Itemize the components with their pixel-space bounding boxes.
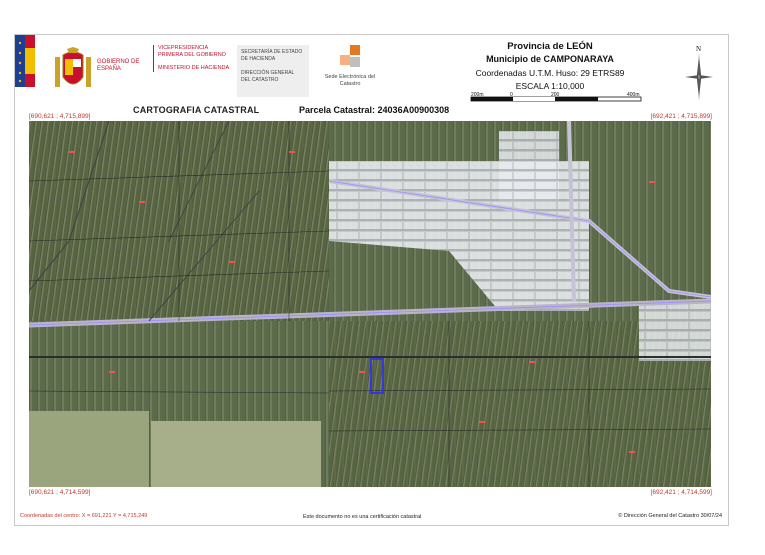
scale-tick-zero: 0 — [510, 92, 513, 98]
corner-coord-top-right: [692,421 ; 4,715,899] — [650, 113, 712, 120]
vicepresidencia-label: VICEPRESIDENCIA PRIMERA DEL GOBIERNO — [158, 45, 226, 58]
scale-bar: 200m 0 200 400m — [470, 92, 642, 102]
corner-coord-bottom-left: [690,621 ; 4,714,599] — [29, 489, 91, 496]
orthophoto-map[interactable] — [29, 121, 711, 487]
corner-coord-bottom-right: [692,421 ; 4,714,599] — [650, 489, 712, 496]
direccion-general-label: DIRECCIÓN GENERAL DEL CATASTRO — [241, 70, 295, 83]
scale-tick-400m: 400m — [627, 92, 640, 98]
non-certification-notice: Este documento no es una certificación c… — [303, 514, 422, 520]
cartografia-title: CARTOGRAFIA CATASTRAL — [133, 105, 260, 115]
sheet-header: GOBIERNO DE ESPAÑA VICEPRESIDENCIA PRIME… — [15, 35, 728, 102]
secretaria-label: SECRETARÍA DE ESTADO DE HACIENDA — [241, 49, 303, 62]
catastral-sheet: GOBIERNO DE ESPAÑA VICEPRESIDENCIA PRIME… — [14, 34, 729, 526]
ministry-block: VICEPRESIDENCIA PRIMERA DEL GOBIERNO MIN… — [153, 45, 233, 72]
coordinate-system-label: Coordenadas U.T.M. Huso: 29 ETRS89 — [475, 68, 625, 78]
copyright-label: © Dirección General del Catastro 30/07/2… — [618, 513, 722, 519]
center-coordinates-label: Coordenadas del centro: X = 691,221 Y = … — [20, 513, 148, 519]
scale-tick-200: 200 — [551, 92, 560, 98]
scale-label: ESCALA 1:10,000 — [515, 81, 585, 91]
secretaria-block: SECRETARÍA DE ESTADO DE HACIENDA DIRECCI… — [237, 45, 309, 97]
eu-spain-flag-icon — [15, 35, 35, 87]
sede-electronica-logo[interactable]: Sede Electrónica del Catastro — [315, 45, 385, 87]
map-canvas — [29, 121, 711, 487]
gobierno-label: GOBIERNO DE ESPAÑA — [97, 59, 140, 72]
ministerio-label: MINISTERIO DE HACIENDA — [158, 65, 230, 71]
sede-label: Sede Electrónica del Catastro — [324, 74, 376, 87]
scale-tick-200m-left: 200m — [471, 92, 484, 98]
parcela-title: Parcela Catastral: 24036A00900308 — [299, 105, 450, 115]
corner-coord-top-left: [690,621 ; 4,715,899] — [29, 113, 91, 120]
north-arrow-icon: N — [685, 45, 713, 101]
north-letter: N — [696, 45, 701, 53]
provincia-title: Provincia de LEÓN — [507, 41, 593, 52]
sede-logo-icon — [338, 45, 362, 71]
municipio-title: Municipio de CAMPONARAYA — [486, 54, 614, 64]
royal-coat-of-arms-icon — [55, 47, 91, 87]
title-row: CARTOGRAFIA CATASTRAL Parcela Catastral:… — [15, 105, 728, 119]
